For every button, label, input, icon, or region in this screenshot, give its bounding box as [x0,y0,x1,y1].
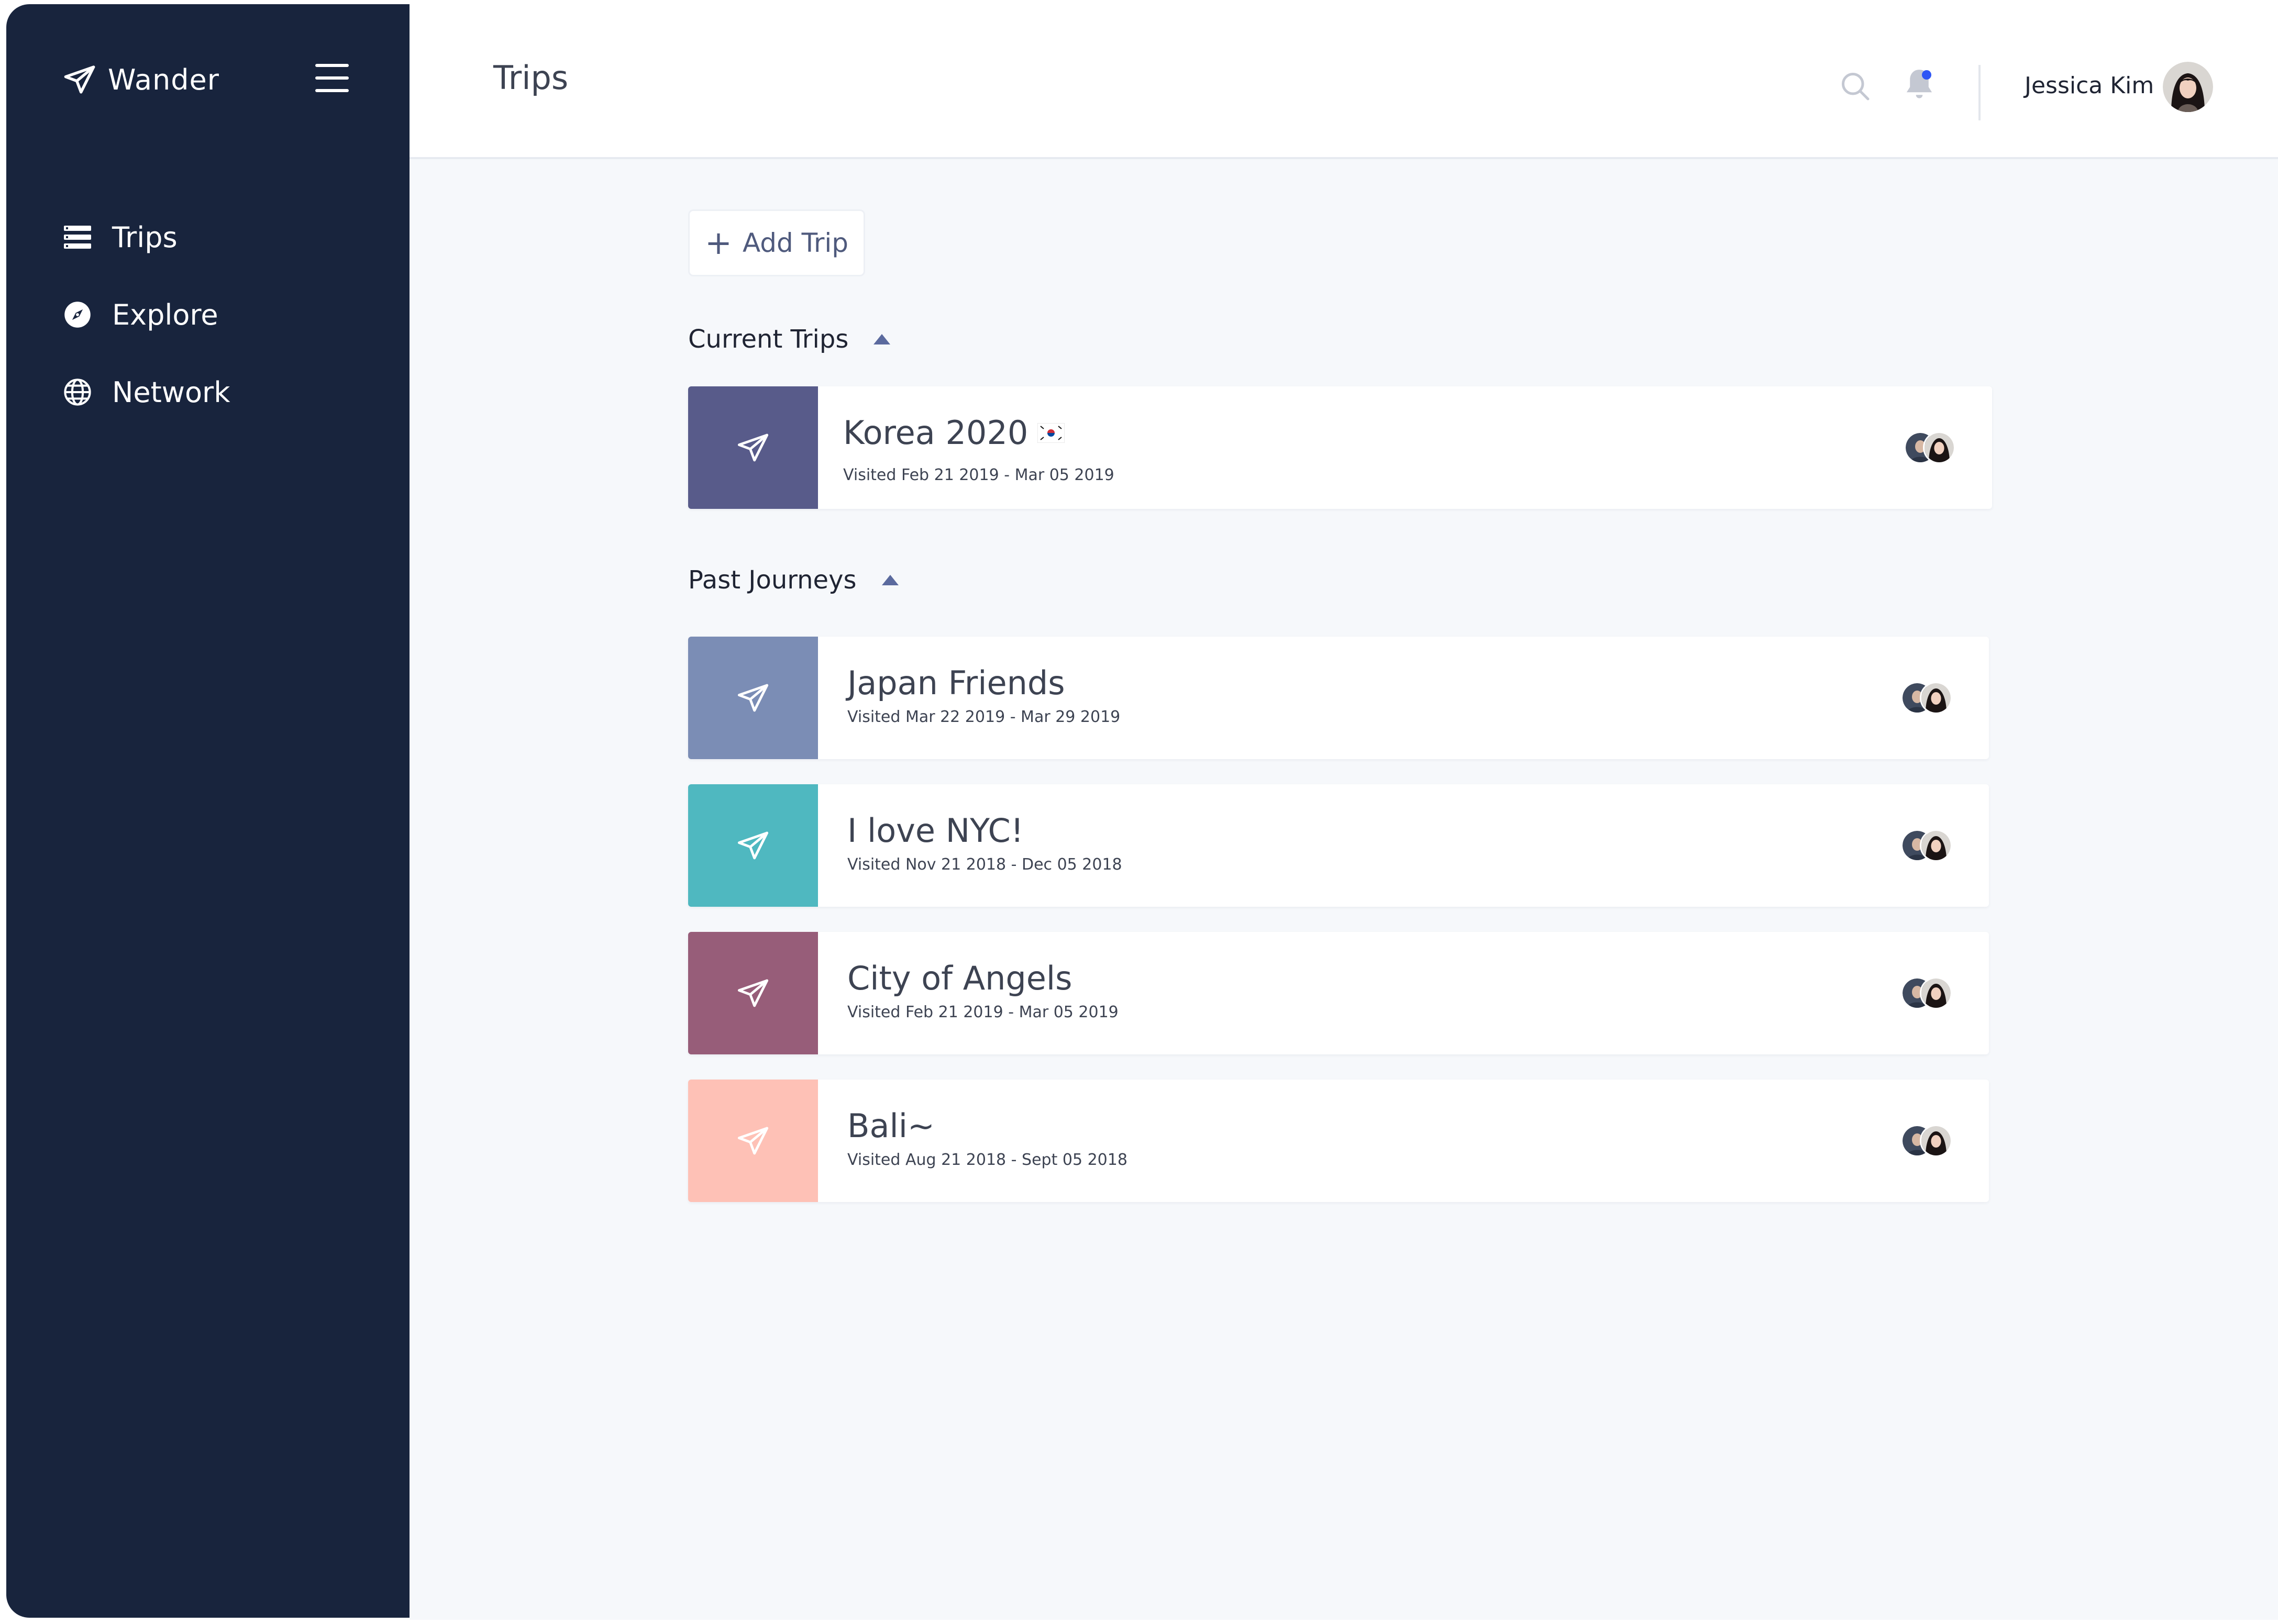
add-trip-button[interactable]: + Add Trip [688,209,865,276]
avatar [1923,431,1955,464]
trip-dates: Visited Feb 21 2019 - Mar 05 2019 [847,1003,1119,1021]
avatar [1920,1125,1952,1157]
trip-name: Korea 2020 [843,414,1029,452]
trip-color-block [688,386,818,509]
trip-name-row: Korea 2020 [843,414,1065,452]
sidebar-item-trips[interactable]: Trips [63,208,230,266]
notification-badge [1922,70,1931,80]
avatar [1920,829,1952,862]
collapse-caret-icon[interactable] [873,334,891,344]
sidebar: Wander Trips Explore Network [6,4,410,1618]
trip-name: Bali~ [847,1107,935,1145]
brand[interactable]: Wander [63,59,219,101]
trip-color-block [688,784,818,907]
add-trip-label: Add Trip [742,228,849,258]
sidebar-item-label: Explore [112,298,218,331]
sidebar-item-explore[interactable]: Explore [63,286,230,343]
section-past-journeys: Past Journeys [688,565,899,595]
section-current-trips: Current Trips [688,325,891,354]
page-title: Trips [493,59,569,97]
sidebar-item-network[interactable]: Network [63,363,230,421]
korea-flag-icon [1037,422,1065,443]
app-window: Wander Trips Explore Network Trips Jessi… [0,0,2278,1624]
trip-dates: Visited Nov 21 2018 - Dec 05 2018 [847,855,1122,874]
paper-plane-icon [737,1127,769,1155]
sidebar-item-label: Trips [112,220,178,254]
sidebar-nav: Trips Explore Network [63,208,230,441]
trip-members[interactable] [1901,977,1953,1010]
trip-members[interactable] [1901,682,1953,715]
trip-card[interactable]: I love NYC! Visited Nov 21 2018 - Dec 05… [688,784,1989,907]
list-icon [63,223,92,252]
trip-dates: Visited Feb 21 2019 - Mar 05 2019 [843,466,1114,484]
paper-plane-icon [737,684,769,712]
trip-card[interactable]: Korea 2020 Visited Feb 21 2019 - Mar 05 … [688,386,1992,509]
main-content: + Add Trip Current Trips Korea 2020 Visi… [410,159,2278,1620]
trip-members[interactable] [1901,829,1953,863]
trip-color-block [688,637,818,759]
section-title: Current Trips [688,325,849,354]
trip-name: City of Angels [847,959,1072,997]
trip-card[interactable]: Japan Friends Visited Mar 22 2019 - Mar … [688,637,1989,759]
menu-toggle-icon[interactable] [315,64,349,92]
top-header: Trips Jessica Kim [410,0,2278,159]
avatar [1920,977,1952,1009]
sidebar-item-label: Network [112,375,230,409]
brand-name: Wander [108,63,219,96]
avatar [1920,682,1952,714]
compass-icon [63,300,92,329]
trip-name: Japan Friends [847,664,1065,702]
user-avatar[interactable] [2163,62,2213,112]
trip-name: I love NYC! [847,811,1024,850]
header-divider [1978,65,1981,120]
trip-color-block [688,932,818,1054]
paper-plane-icon [64,65,95,94]
search-icon[interactable] [1839,70,1871,102]
trip-members[interactable] [1904,431,1956,465]
trip-dates: Visited Aug 21 2018 - Sept 05 2018 [847,1151,1127,1169]
trip-dates: Visited Mar 22 2019 - Mar 29 2019 [847,708,1121,726]
trip-color-block [688,1080,818,1202]
paper-plane-icon [737,979,769,1007]
trip-members[interactable] [1901,1125,1953,1158]
paper-plane-icon [737,831,769,860]
trip-card[interactable]: City of Angels Visited Feb 21 2019 - Mar… [688,932,1989,1054]
section-title: Past Journeys [688,565,857,595]
plus-icon: + [704,224,732,262]
collapse-caret-icon[interactable] [881,575,899,585]
trip-card[interactable]: Bali~ Visited Aug 21 2018 - Sept 05 2018 [688,1080,1989,1202]
globe-icon [63,377,92,407]
user-name[interactable]: Jessica Kim [2025,72,2154,99]
paper-plane-icon [737,433,769,462]
